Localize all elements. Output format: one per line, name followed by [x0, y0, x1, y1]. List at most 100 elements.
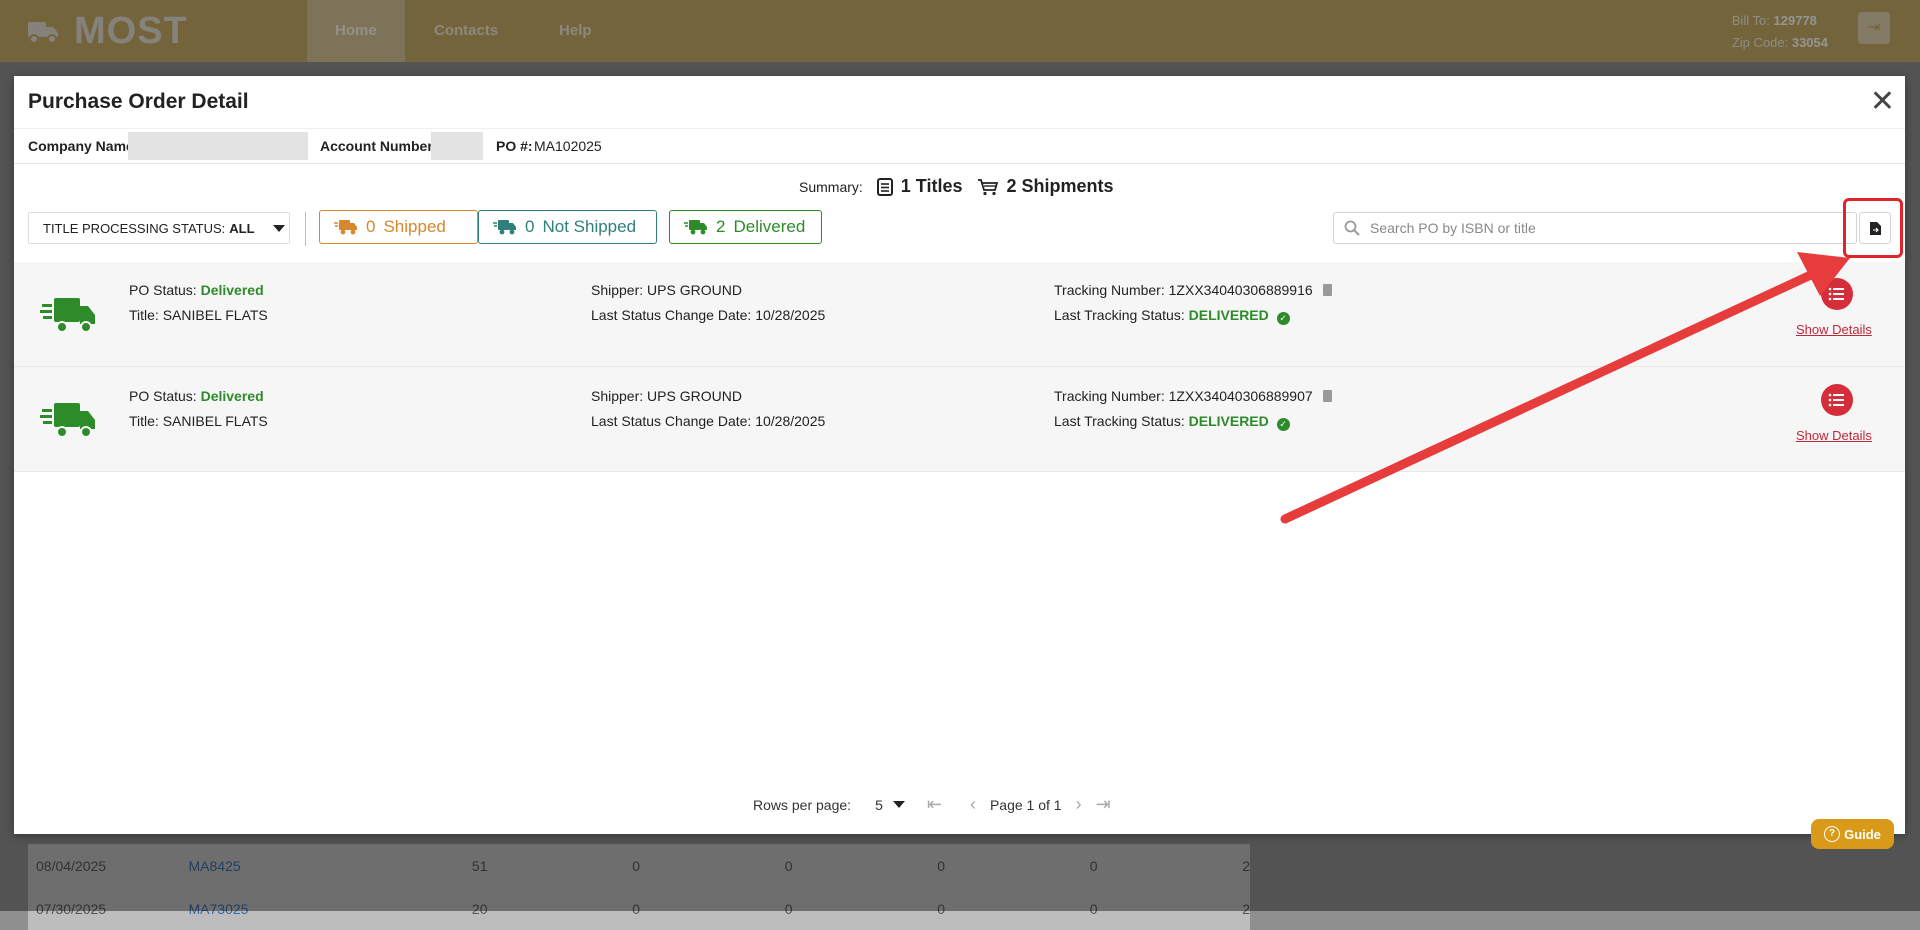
tracking-number: Tracking Number: 1ZXX34040306889916 [1054, 278, 1332, 303]
check-circle-icon: ✓ [1276, 418, 1290, 431]
last-status-change: Last Status Change Date: 10/28/2025 [591, 409, 825, 434]
highlight-box [1843, 198, 1903, 258]
list-icon [1828, 393, 1844, 407]
title-label: Title: [129, 307, 159, 323]
tracking-value[interactable]: 1ZXX34040306889916 [1169, 282, 1313, 298]
truck-icon [334, 220, 357, 235]
tracking-status-label: Last Tracking Status: [1054, 307, 1185, 323]
shipments-text: 2 Shipments [1006, 176, 1114, 196]
last-status-change: Last Status Change Date: 10/28/2025 [591, 303, 825, 328]
details-list-icon[interactable] [1821, 384, 1853, 416]
last-change-value: 10/28/2025 [755, 413, 826, 429]
redacted-account-number [431, 132, 483, 160]
show-details-link[interactable]: Show Details [1796, 428, 1872, 443]
caret-down-icon [272, 224, 285, 232]
company-name-label: Company Name [28, 138, 134, 154]
rows-per-page-value: 5 [875, 796, 883, 813]
shipper-label: Shipper: [591, 388, 644, 404]
cart-icon [977, 178, 998, 195]
purchase-order-modal: Purchase Order Detail ✕ Company Name Acc… [14, 76, 1905, 834]
title-value: SANIBEL FLATS [162, 413, 268, 429]
titles-count: 1 Titles [876, 176, 963, 197]
tracking-status: Last Tracking Status: DELIVERED ✓ [1054, 303, 1290, 328]
po-status: PO Status: Delivered [129, 278, 264, 303]
list-item: PO Status: Delivered Title: SANIBEL FLAT… [14, 262, 1905, 367]
filter-value: ALL [229, 220, 255, 236]
last-change-value: 10/28/2025 [755, 307, 826, 323]
po-status-label: PO Status: [129, 388, 197, 404]
close-button[interactable]: ✕ [1870, 84, 1895, 119]
tracking-label: Tracking Number: [1054, 282, 1165, 298]
shipper-label: Shipper: [591, 282, 644, 298]
truck-icon [684, 220, 707, 235]
titles-text: 1 Titles [900, 176, 963, 196]
title: Title: SANIBEL FLATS [129, 409, 268, 434]
guide-button[interactable]: ? Guide [1811, 819, 1894, 849]
shipped-count: 0 [366, 217, 376, 236]
not-shipped-filter-chip[interactable]: 0 Not Shipped [478, 210, 657, 244]
caret-down-icon [892, 801, 905, 808]
redacted-company-name [128, 132, 308, 160]
previous-page-icon[interactable]: ‹ [970, 794, 976, 815]
po-info-bar: Company Name Account Number: PO #: MA102… [14, 128, 1905, 164]
search-input[interactable] [1368, 219, 1832, 237]
divider [305, 212, 306, 246]
rows-per-page-label: Rows per page: [753, 796, 852, 813]
not-shipped-count: 0 [525, 217, 535, 236]
shipped-label: Shipped [383, 217, 446, 236]
shipper: Shipper: UPS GROUND [591, 384, 742, 409]
guide-label: Guide [1844, 826, 1881, 842]
last-change-label: Last Status Change Date: [591, 413, 752, 429]
po-status-value: Delivered [200, 282, 264, 298]
tracking-label: Tracking Number: [1054, 388, 1165, 404]
tracking-value[interactable]: 1ZXX34040306889907 [1169, 388, 1313, 404]
tracking-status-value: DELIVERED [1188, 307, 1269, 323]
search-icon [1344, 220, 1360, 236]
page-indicator: Page 1 of 1 [989, 796, 1062, 813]
question-icon: ? [1824, 826, 1841, 842]
shipper-value: UPS GROUND [647, 282, 742, 298]
next-page-icon[interactable]: › [1076, 794, 1082, 815]
title: Title: SANIBEL FLATS [129, 303, 268, 328]
po-number-value: MA102025 [534, 138, 602, 154]
shipped-filter-chip[interactable]: 0 Shipped [319, 210, 478, 244]
clipboard-icon[interactable] [1322, 390, 1332, 402]
title-processing-status-dropdown[interactable]: TITLE PROCESSING STATUS: ALL [28, 212, 290, 244]
title-value: SANIBEL FLATS [162, 307, 268, 323]
first-page-icon[interactable]: ⇤ [927, 794, 942, 815]
shipper: Shipper: UPS GROUND [591, 278, 742, 303]
delivered-count: 2 [716, 217, 726, 236]
filter-label: TITLE PROCESSING STATUS: [43, 220, 226, 236]
last-change-label: Last Status Change Date: [591, 307, 752, 323]
delivery-truck-icon [40, 298, 95, 333]
delivered-label: Delivered [733, 217, 806, 236]
truck-icon [493, 220, 516, 235]
show-details-link[interactable]: Show Details [1796, 322, 1872, 337]
delivered-filter-chip[interactable]: 2 Delivered [669, 210, 822, 244]
list-icon [1828, 287, 1844, 301]
po-status: PO Status: Delivered [129, 384, 264, 409]
account-number-label: Account Number: [320, 138, 438, 154]
search-box [1333, 212, 1857, 244]
rows-per-page-select[interactable]: 5 [875, 797, 905, 813]
pagination: Rows per page: 5 ⇤ ‹ Page 1 of 1 › ⇥ [753, 794, 1125, 815]
shipments-count: 2 Shipments [977, 176, 1114, 197]
summary-label: Summary: [799, 178, 863, 195]
clipboard-icon[interactable] [1322, 284, 1332, 296]
document-list-icon [876, 177, 893, 196]
shipper-value: UPS GROUND [647, 388, 742, 404]
po-number-label: PO #: [496, 138, 533, 154]
po-status-label: PO Status: [129, 282, 197, 298]
last-page-icon[interactable]: ⇥ [1096, 794, 1111, 815]
not-shipped-label: Not Shipped [542, 217, 637, 236]
tracking-status-label: Last Tracking Status: [1054, 413, 1185, 429]
title-label: Title: [129, 413, 159, 429]
summary: Summary: 1 Titles 2 Shipments [799, 176, 1114, 197]
details-list-icon[interactable] [1821, 278, 1853, 310]
po-status-value: Delivered [200, 388, 264, 404]
tracking-status-value: DELIVERED [1188, 413, 1269, 429]
check-circle-icon: ✓ [1276, 312, 1290, 325]
delivery-truck-icon [40, 403, 95, 438]
list-item: PO Status: Delivered Title: SANIBEL FLAT… [14, 367, 1905, 472]
close-icon: ✕ [1869, 85, 1895, 118]
